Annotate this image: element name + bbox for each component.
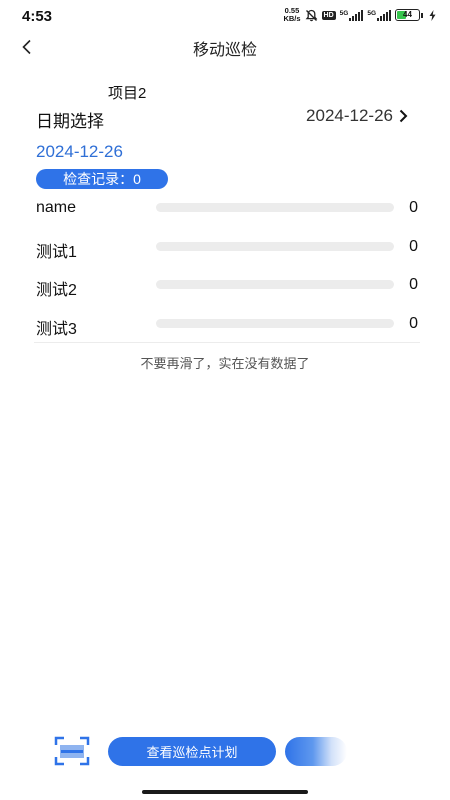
list-item[interactable]: 测试3 0 xyxy=(36,312,420,351)
mute-bell-icon xyxy=(305,9,317,21)
selected-date: 2024-12-26 xyxy=(36,142,123,161)
list-divider xyxy=(34,342,420,343)
item-label: 测试1 xyxy=(36,243,77,261)
screen: 4:53 0.55 KB/s HD 5G 5G 44 移动巡检 项目2 日期选择… xyxy=(0,0,450,800)
signal-icon: 5G xyxy=(339,9,364,21)
nav-bar: 移动巡检 xyxy=(0,32,450,62)
inspection-item-list: name 0 测试1 0 测试2 0 测试3 0 xyxy=(36,196,420,350)
list-end-message: 不要再滑了，实在没有数据了 xyxy=(140,356,310,371)
project-name: 项目2 xyxy=(108,85,147,102)
scan-icon xyxy=(54,736,90,766)
item-count: 0 xyxy=(409,314,418,332)
list-item[interactable]: 测试2 0 xyxy=(36,273,420,312)
network-type-2: 5G xyxy=(367,9,376,17)
item-progress-track xyxy=(156,318,394,328)
item-progress-track xyxy=(156,203,394,212)
status-icons: 0.55 KB/s HD 5G 5G 44 xyxy=(283,7,436,23)
network-type-1: 5G xyxy=(339,9,349,17)
battery-icon: 44 xyxy=(395,9,423,21)
status-bar: 4:53 0.55 KB/s HD 5G 5G 44 xyxy=(0,0,450,32)
battery-tip xyxy=(421,12,423,18)
signal-bars-2 xyxy=(377,9,391,21)
home-indicator xyxy=(142,790,308,794)
item-count: 0 xyxy=(409,276,418,293)
battery-body: 44 xyxy=(395,9,420,21)
date-row: 日期选择 2024-12-26 xyxy=(36,106,408,131)
item-label: 测试3 xyxy=(36,320,77,338)
item-count: 0 xyxy=(409,237,418,255)
item-label: name xyxy=(36,199,77,216)
item-progress-track xyxy=(156,280,394,289)
network-speed-unit: KB/s xyxy=(283,14,301,23)
item-label: 测试2 xyxy=(36,282,77,299)
record-count-badge: 检查记录：0 xyxy=(36,169,168,189)
status-time: 4:53 xyxy=(22,8,53,25)
network-speed: 0.55 KB/s xyxy=(283,7,300,23)
battery-level: 44 xyxy=(403,10,412,19)
signal-bars-1 xyxy=(349,9,364,21)
list-item[interactable]: name 0 xyxy=(36,196,420,235)
signal-icon-2: 5G xyxy=(367,9,391,21)
chevron-right-icon xyxy=(399,109,408,123)
view-inspection-plan-button[interactable]: 查看巡检点计划 xyxy=(108,737,276,766)
date-picker-value: 2024-12-26 xyxy=(306,106,393,125)
item-count: 0 xyxy=(409,199,418,216)
item-progress-track xyxy=(156,241,394,251)
page-title: 移动巡检 xyxy=(192,42,257,59)
scan-button[interactable] xyxy=(54,736,90,766)
hd-badge: HD xyxy=(321,10,336,20)
list-item[interactable]: 测试1 0 xyxy=(36,235,420,274)
date-label: 日期选择 xyxy=(36,112,104,131)
charging-icon xyxy=(429,9,436,21)
start-inspection-button[interactable] xyxy=(285,737,347,766)
date-picker[interactable]: 2024-12-26 xyxy=(306,106,408,126)
